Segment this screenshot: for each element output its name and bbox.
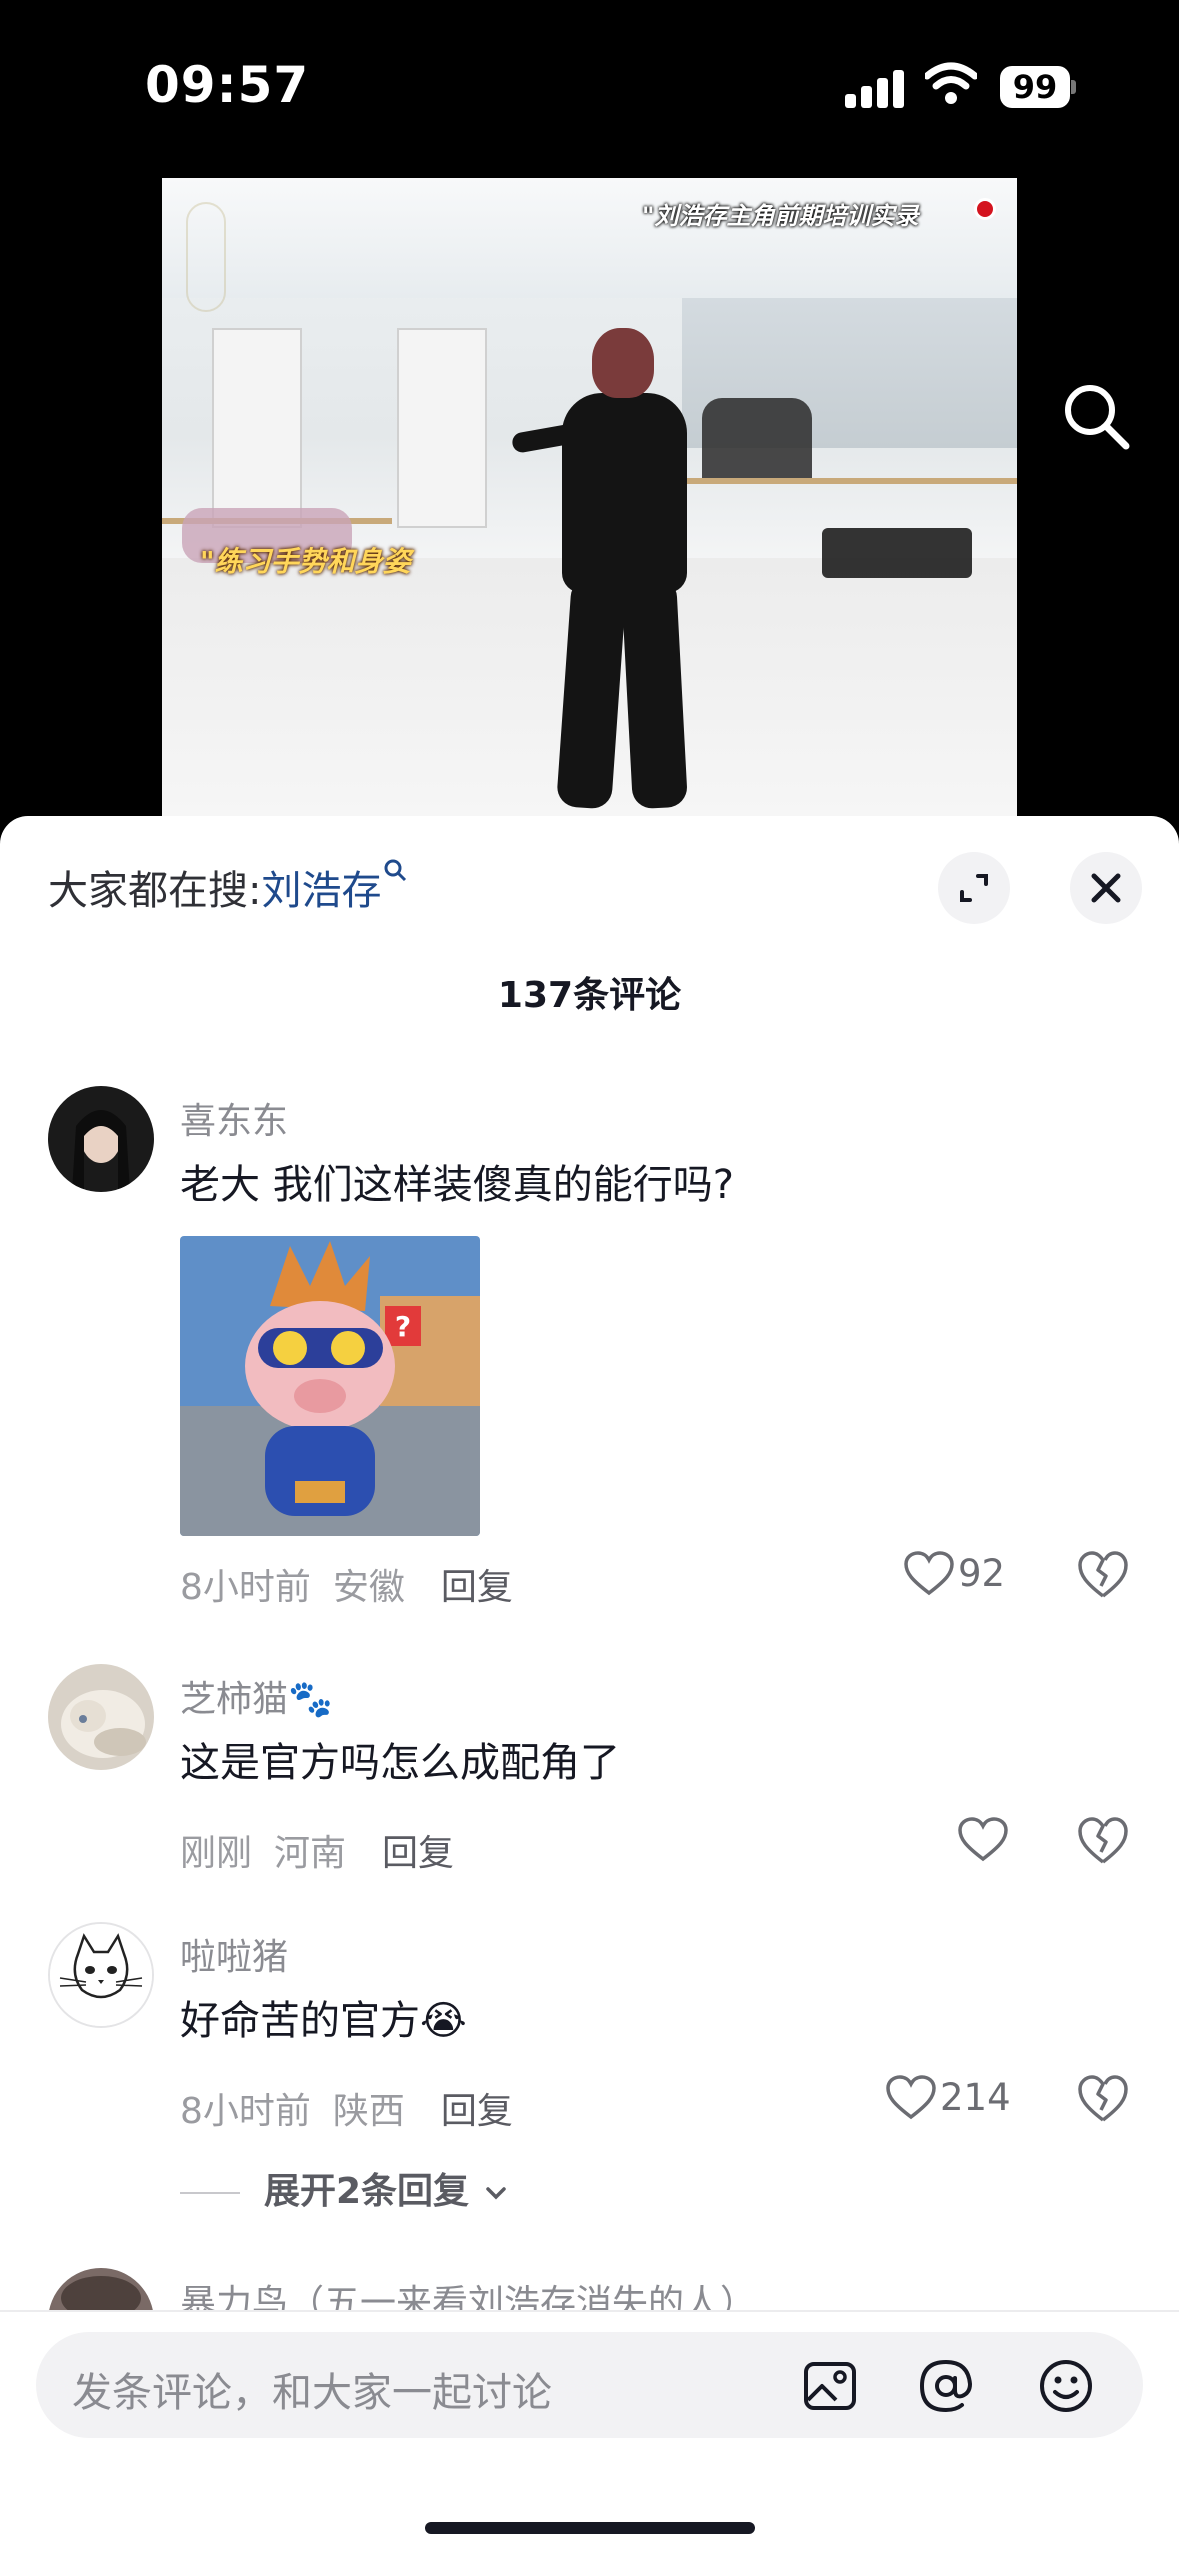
broken-heart-icon[interactable] [1076,1548,1130,1602]
search-small-icon [384,859,407,882]
comment-location: 河南 [274,1833,347,1874]
image-icon[interactable] [802,2358,858,2414]
wifi-icon [925,62,977,104]
comment-location: 陕西 [332,2091,405,2132]
comment-text: 好命苦的官方😭 [180,1998,467,2044]
video-frame[interactable]: "刘浩存主角前期培训实录 "练习手势和身姿 [162,178,1017,820]
close-icon [1091,873,1121,903]
chevron-down-icon [485,2187,506,2200]
search-icon[interactable] [1058,378,1134,454]
expand-replies-button[interactable]: 展开2条回复 [180,2162,510,2214]
comment-sheet: 大家都在搜:刘浩存 137条评论 喜东东 老大 我们这样装傻真的能行吗? ? 8… [0,816,1179,2556]
home-indicator[interactable] [425,2522,755,2534]
channel-watermark [186,202,226,312]
battery-icon: 99 [1000,66,1076,108]
like-count: 214 [940,2076,1011,2119]
status-time: 09:57 [145,56,310,114]
comment-time: 刚刚 [180,1833,253,1874]
heart-icon [958,1816,1008,1861]
video-caption-subtitle: "练习手势和身姿 [200,545,411,578]
like-button[interactable]: 214 [886,2074,1011,2121]
comment-location: 安徽 [332,1567,405,1608]
video-caption-top: "刘浩存主角前期培训实录 [642,202,919,230]
like-count: 92 [958,1552,1006,1595]
comment-text: 老大 我们这样装傻真的能行吗? [180,1162,734,1208]
cellular-signal-icon [845,68,905,108]
avatar[interactable] [48,1922,154,2028]
battery-level: 99 [1000,66,1070,108]
comment-time: 8小时前 [180,1567,311,1608]
expand-button[interactable] [938,852,1010,924]
reply-button[interactable]: 回复 [441,2091,513,2132]
like-button[interactable]: 92 [904,1550,1005,1597]
svg-text:?: ? [395,1310,411,1343]
reply-button[interactable]: 回复 [382,1833,454,1874]
heart-icon [904,1550,954,1595]
search-suggestion[interactable]: 大家都在搜:刘浩存 [48,858,407,916]
comment-meta: 刚刚 河南 回复 [180,1824,454,1876]
emoji-icon[interactable] [1038,2358,1094,2414]
expand-icon [960,874,988,902]
comment-input-placeholder: 发条评论，和大家一起讨论 [72,2370,552,2416]
like-button[interactable] [958,1816,1008,1863]
comment-author[interactable]: 芝柿猫🐾 [180,1670,333,1722]
comment-author[interactable]: 喜东东 [180,1092,288,1144]
comment-time: 8小时前 [180,2091,311,2132]
close-button[interactable] [1070,852,1142,924]
comment-author[interactable]: 啦啦猪 [180,1928,288,1980]
status-bar: 09:57 99 [0,0,1179,170]
comment-count: 137条评论 [497,975,682,1016]
search-suggestion-label: 大家都在搜: [48,868,262,914]
expand-replies-label: 展开2条回复 [264,2171,470,2212]
comment-input[interactable]: 发条评论，和大家一起讨论 [36,2332,1143,2438]
comment-meta: 8小时前 陕西 回复 [180,2082,513,2134]
comment-text: 这是官方吗怎么成配角了 [180,1740,620,1786]
comment-sticker-image[interactable]: ? [180,1236,480,1536]
video-area[interactable]: "刘浩存主角前期培训实录 "练习手势和身姿 [0,170,1179,820]
reply-button[interactable]: 回复 [441,1567,513,1608]
search-suggestion-keyword[interactable]: 刘浩存 [261,868,381,914]
broken-heart-icon[interactable] [1076,1814,1130,1868]
avatar[interactable] [48,1086,154,1192]
avatar[interactable] [48,1664,154,1770]
broken-heart-icon[interactable] [1076,2072,1130,2126]
heart-icon [886,2074,936,2119]
comment-meta: 8小时前 安徽 回复 [180,1558,513,1610]
record-dot-icon [974,198,996,220]
at-icon[interactable] [918,2358,974,2414]
